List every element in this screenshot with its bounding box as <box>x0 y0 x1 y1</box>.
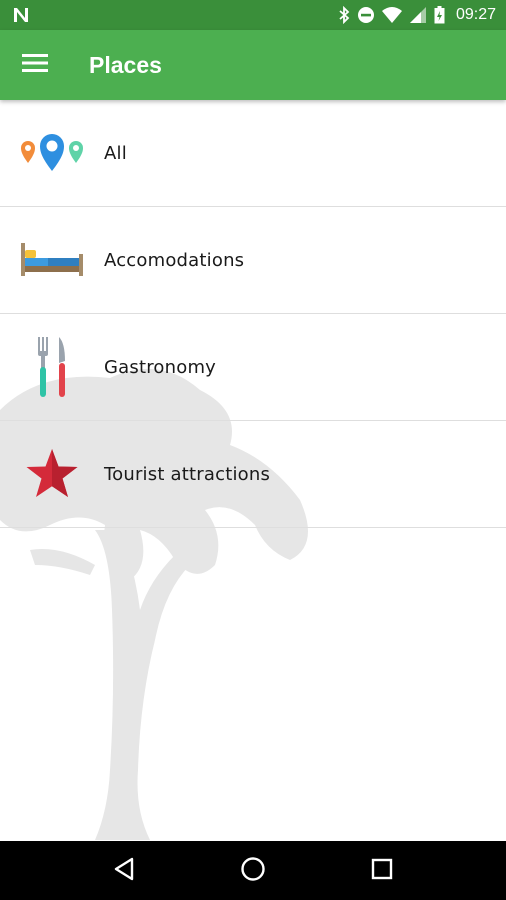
star-icon <box>0 421 104 527</box>
navigation-bar <box>0 841 506 900</box>
status-time: 09:27 <box>455 6 496 23</box>
battery-icon <box>434 6 445 24</box>
place-item-label: Tourist attractions <box>104 463 271 485</box>
back-button[interactable] <box>99 846 149 896</box>
recents-button[interactable] <box>357 846 407 896</box>
recents-icon <box>371 858 393 884</box>
signal-icon <box>409 6 427 24</box>
notification-n-icon <box>12 6 30 24</box>
home-icon <box>240 856 266 886</box>
place-item-accomodations[interactable]: Accomodations <box>0 207 506 314</box>
bed-icon <box>0 207 104 313</box>
place-item-all[interactable]: All <box>0 100 506 207</box>
place-item-label: Gastronomy <box>104 356 217 378</box>
place-item-tourist-attractions[interactable]: Tourist attractions <box>0 421 506 528</box>
page-title: Places <box>89 51 162 78</box>
place-item-label: Accomodations <box>104 249 245 271</box>
status-bar: 09:27 <box>0 0 506 30</box>
places-content: All Accomodations Gastronomy Tourist att… <box>0 100 506 841</box>
do-not-disturb-icon <box>357 6 375 24</box>
home-button[interactable] <box>228 846 278 896</box>
back-icon <box>113 857 135 885</box>
places-list: All Accomodations Gastronomy Tourist att… <box>0 100 506 528</box>
hamburger-menu-icon <box>22 53 48 77</box>
place-item-label: All <box>104 142 127 164</box>
place-item-gastronomy[interactable]: Gastronomy <box>0 314 506 421</box>
fork-knife-icon <box>0 314 104 420</box>
menu-button[interactable] <box>0 30 70 100</box>
bluetooth-icon <box>338 6 350 24</box>
wifi-icon <box>381 6 402 24</box>
app-bar: Places <box>0 30 506 100</box>
map-pins-icon <box>0 100 104 206</box>
